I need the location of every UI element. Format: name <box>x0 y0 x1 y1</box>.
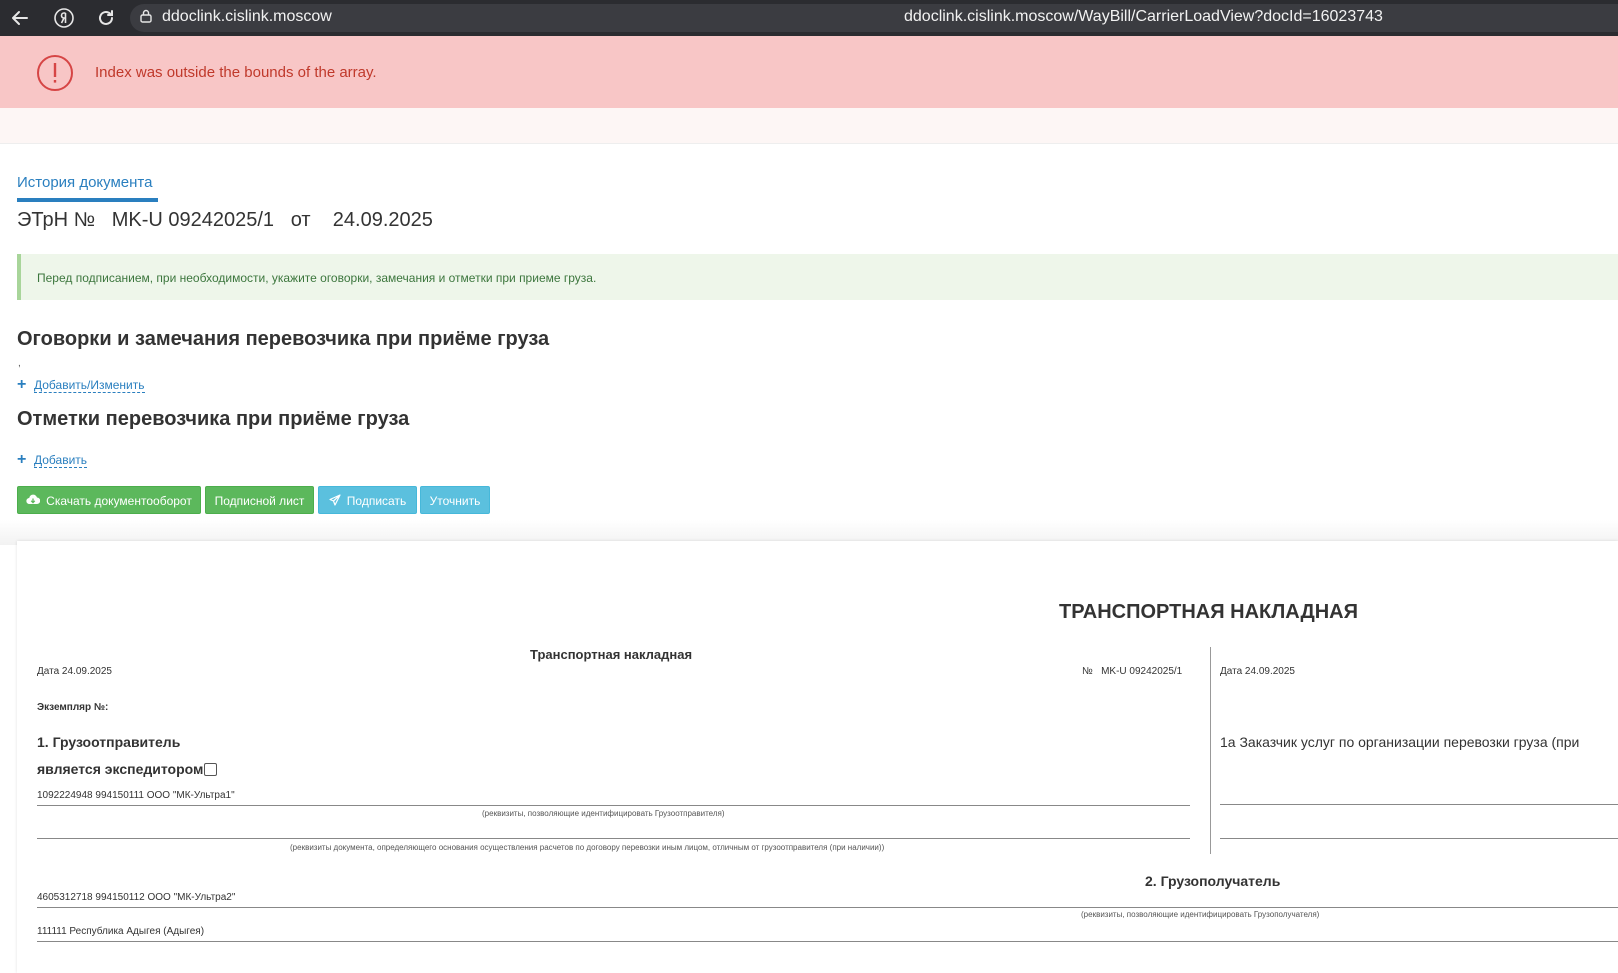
waybill-main-title: ТРАНСПОРТНАЯ НАКЛАДНАЯ <box>1059 601 1358 623</box>
consignee-caption: (реквизиты, позволяющие идентифицировать… <box>1081 910 1320 919</box>
expeditor-label: является экспедитором <box>37 761 204 777</box>
field-underline <box>37 838 1190 839</box>
sign-button[interactable]: Подписать <box>318 486 417 514</box>
customer-heading: 1а Заказчик услуг по организации перевоз… <box>1220 734 1580 750</box>
clarify-button[interactable]: Уточнить <box>420 486 490 514</box>
page-title: ЭТрН № MK-U 09242025/1 от 24.09.2025 <box>17 209 433 231</box>
reservations-value: , <box>18 358 21 369</box>
address-full-url[interactable]: ddoclink.cislink.moscow/WayBill/CarrierL… <box>904 8 1383 26</box>
plus-icon[interactable]: + <box>17 451 26 469</box>
column-divider <box>1210 647 1211 854</box>
copy-number-label: Экземпляр №: <box>37 702 109 713</box>
add-edit-reservations-link[interactable]: Добавить/Изменить <box>34 379 145 393</box>
back-arrow-icon[interactable] <box>8 6 32 30</box>
tab-document-history[interactable]: История документа <box>17 174 152 191</box>
sub-header-strip <box>0 108 1618 144</box>
info-alert-text: Перед подписанием, при необходимости, ук… <box>37 271 597 285</box>
error-message: Index was outside the bounds of the arra… <box>95 64 377 81</box>
yandex-icon[interactable] <box>52 6 76 30</box>
marks-heading: Отметки перевозчика при приёме груза <box>17 408 410 430</box>
consignee-value: 4605312718 994150112 ООО "МК-Ультра2" <box>37 892 236 903</box>
lock-icon[interactable] <box>140 9 152 23</box>
waybill-date-right: Дата 24.09.2025 <box>1220 666 1295 677</box>
waybill-date-left: Дата 24.09.2025 <box>37 666 112 677</box>
shipper-caption: (реквизиты, позволяющие идентифицировать… <box>482 809 725 818</box>
tab-active-underline <box>17 198 158 202</box>
address-bar[interactable] <box>130 4 1618 32</box>
plus-icon[interactable]: + <box>17 376 26 394</box>
shipper-value: 1092224948 994150111 ООО "МК-Ультра1" <box>37 790 235 801</box>
payment-doc-caption: (реквизиты документа, определяющего осно… <box>290 843 885 852</box>
address-host[interactable]: ddoclink.cislink.moscow <box>162 8 332 26</box>
sign-label: Подписать <box>346 494 407 508</box>
field-underline <box>1220 804 1618 805</box>
cloud-download-icon <box>26 488 41 516</box>
add-marks-link[interactable]: Добавить <box>34 454 88 468</box>
expeditor-checkbox[interactable] <box>204 763 217 776</box>
waybill-sub-title: Транспортная накладная <box>530 647 693 662</box>
field-underline <box>37 907 1618 908</box>
field-underline <box>37 941 1618 942</box>
download-docflow-label: Скачать документооборот <box>46 494 192 508</box>
download-docflow-button[interactable]: Скачать документооборот <box>17 486 201 514</box>
reload-icon[interactable] <box>94 6 118 30</box>
field-underline <box>37 805 1190 806</box>
consignee-heading: 2. Грузополучатель <box>1145 873 1281 889</box>
waybill-number: № MK-U 09242025/1 <box>1082 666 1183 677</box>
consignee-address: 111111 Республика Адыгея (Адыгея) <box>37 926 205 937</box>
paper-plane-icon <box>329 488 341 516</box>
field-underline <box>1220 838 1618 839</box>
signature-list-button[interactable]: Подписной лист <box>205 486 314 514</box>
error-exclamation-icon <box>36 54 74 92</box>
shipper-heading: 1. Грузоотправитель <box>37 734 181 750</box>
waybill-document <box>17 541 1618 973</box>
reservations-heading: Оговорки и замечания перевозчика при при… <box>17 328 550 350</box>
